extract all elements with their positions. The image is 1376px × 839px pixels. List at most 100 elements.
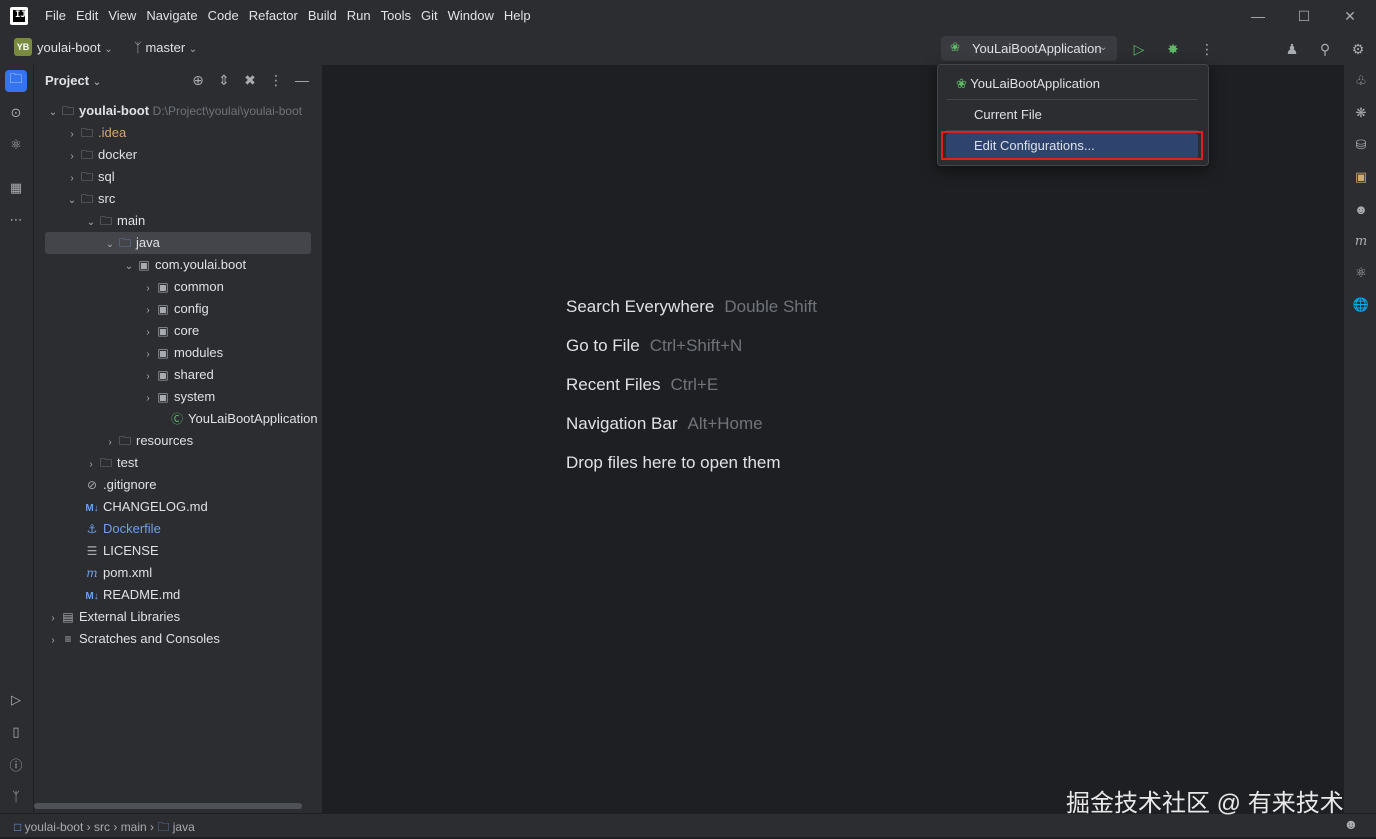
tree-item-idea[interactable]: › 🗀 .idea — [65, 122, 126, 144]
ai-assistant-icon[interactable]: ❋ — [1350, 102, 1372, 124]
locate-icon[interactable]: ⊕ — [186, 68, 210, 92]
commit-icon[interactable]: ⊙ — [5, 102, 27, 124]
tree-item-external-libraries[interactable]: › ▤ External Libraries — [46, 606, 180, 628]
tree-item-gitignore[interactable]: ⊘ .gitignore — [70, 474, 157, 496]
minimize-button[interactable]: — — [1235, 0, 1281, 32]
tree-item-scratches[interactable]: › ≡ Scratches and Consoles — [46, 628, 220, 650]
chevron-right-icon: › — [146, 283, 150, 294]
services-icon[interactable]: ⚛ — [5, 134, 27, 156]
horizontal-scrollbar[interactable] — [34, 803, 302, 809]
settings-gear-icon[interactable]: ⚙ — [1346, 37, 1370, 61]
tree-item-java[interactable]: ⌄ 🗀 java — [103, 232, 160, 254]
chevron-right-icon: › — [113, 820, 118, 834]
chevron-right-icon: › — [51, 635, 55, 646]
package-icon: ▣ — [157, 280, 169, 294]
maven-icon[interactable]: m — [1350, 230, 1372, 252]
markdown-icon: M↓ — [85, 503, 99, 514]
tree-item-docker[interactable]: › 🗀 docker — [65, 144, 137, 166]
project-selector[interactable]: youlai-boot ⌄ — [37, 40, 113, 55]
expand-all-icon[interactable]: ⇕ — [212, 68, 236, 92]
menu-refactor[interactable]: Refactor — [244, 0, 303, 32]
menu-tools[interactable]: Tools — [376, 0, 416, 32]
tree-item-dockerfile[interactable]: ⚓ Dockerfile — [70, 518, 161, 540]
left-tool-stripe: 🗀 ⊙ ⚛ ▦ ⋯ ▷ ▯ ⓘ ᛉ — [0, 65, 34, 813]
tree-item-modules[interactable]: › ▣ modules — [141, 342, 223, 364]
hide-panel-icon[interactable]: — — [290, 68, 314, 92]
run-icon[interactable]: ▷ — [1127, 37, 1151, 61]
tree-item-license[interactable]: ☰ LICENSE — [70, 540, 159, 562]
tree-item-application[interactable]: Ⓒ YouLaiBootApplication — [155, 408, 318, 430]
database-icon[interactable]: ⛁ — [1350, 134, 1372, 156]
source-folder-icon: 🗀 — [118, 236, 131, 250]
project-badge[interactable]: YB — [14, 38, 32, 56]
package-icon: ▣ — [157, 390, 169, 404]
menu-view[interactable]: View — [103, 0, 141, 32]
tree-item-pom[interactable]: m pom.xml — [70, 562, 152, 584]
notifications-icon[interactable]: ♧ — [1350, 70, 1372, 92]
chevron-down-icon: ⌄ — [105, 239, 115, 250]
chevron-right-icon: › — [146, 305, 150, 316]
docker-icon: ⚓ — [86, 522, 98, 536]
plugin-icon[interactable]: ▣ — [1350, 166, 1372, 188]
menu-code[interactable]: Code — [203, 0, 244, 32]
tree-item-src[interactable]: ⌄ 🗀 src — [65, 188, 116, 210]
tree-item-changelog[interactable]: M↓ CHANGELOG.md — [70, 496, 207, 518]
more-vertical-icon[interactable]: ⋮ — [264, 68, 288, 92]
maximize-button[interactable]: ☐ — [1281, 0, 1327, 32]
menu-edit[interactable]: Edit — [71, 0, 103, 32]
tree-item-test[interactable]: › 🗀 test — [84, 452, 138, 474]
menu-git[interactable]: Git — [416, 0, 443, 32]
module-icon: □ — [14, 820, 22, 834]
tree-item-main[interactable]: ⌄ 🗀 main — [84, 210, 145, 232]
menu-run[interactable]: Run — [342, 0, 376, 32]
problems-icon[interactable]: ⓘ — [5, 753, 27, 775]
run-panel-icon[interactable]: ▷ — [5, 689, 27, 711]
popup-item-current-file[interactable]: Current File — [946, 102, 1198, 128]
tree-item-shared[interactable]: › ▣ shared — [141, 364, 213, 386]
add-user-icon[interactable]: ♟ — [1280, 37, 1304, 61]
branch-selector[interactable]: ᛉ master ⌄ — [134, 40, 197, 55]
menu-build[interactable]: Build — [303, 0, 342, 32]
breadcrumb-java[interactable]: java — [173, 820, 195, 834]
menu-file[interactable]: File — [40, 0, 71, 32]
more-vertical-icon[interactable]: ⋮ — [1195, 37, 1219, 61]
services-icon[interactable]: ⚛ — [1350, 262, 1372, 284]
tree-item-root[interactable]: ⌄ 🗀 youlai-boot D:\Project\youlai\youlai-b… — [46, 100, 302, 122]
hint-drop-files: Drop files here to open them — [566, 453, 781, 472]
tree-item-readme[interactable]: M↓ README.md — [70, 584, 180, 606]
tree-item-core[interactable]: › ▣ core — [141, 320, 199, 342]
breadcrumb-src[interactable]: src — [94, 820, 110, 834]
structure-icon[interactable]: ▦ — [5, 177, 27, 199]
project-folder-icon[interactable]: 🗀 — [5, 70, 27, 92]
breadcrumb-main[interactable]: main — [121, 820, 147, 834]
menu-help[interactable]: Help — [499, 0, 536, 32]
menu-navigate[interactable]: Navigate — [141, 0, 202, 32]
project-name: youlai-boot — [37, 40, 101, 55]
copilot-icon[interactable]: ☻ — [1350, 198, 1372, 220]
project-panel-title[interactable]: Project ⌄ — [45, 73, 101, 88]
collapse-all-icon[interactable]: ✖ — [238, 68, 262, 92]
git-branch-icon: ᛉ — [134, 40, 142, 55]
globe-icon[interactable]: 🌐 — [1350, 294, 1372, 316]
breadcrumb-project[interactable]: youlai-boot — [25, 820, 84, 834]
chevron-down-icon: ⌄ — [188, 44, 198, 55]
tree-item-common[interactable]: › ▣ common — [141, 276, 224, 298]
tree-item-package[interactable]: ⌄ ▣ com.youlai.boot — [122, 254, 246, 276]
tree-item-sql[interactable]: › 🗀 sql — [65, 166, 114, 188]
tree-item-system[interactable]: › ▣ system — [141, 386, 215, 408]
search-icon[interactable]: ⚲ — [1313, 37, 1337, 61]
popup-item-youlaibootapplication[interactable]: ❀ YouLaiBootApplication — [946, 71, 1198, 97]
tree-item-resources[interactable]: › 🗀 resources — [103, 430, 193, 452]
debug-icon[interactable]: ✸ — [1161, 37, 1185, 61]
tree-item-config[interactable]: › ▣ config — [141, 298, 208, 320]
editor-empty-area[interactable] — [323, 65, 1342, 813]
close-button[interactable]: ✕ — [1327, 0, 1373, 32]
menu-window[interactable]: Window — [443, 0, 499, 32]
scratches-icon: ≡ — [64, 632, 72, 646]
more-horizontal-icon[interactable]: ⋯ — [5, 209, 27, 231]
terminal-icon[interactable]: ▯ — [5, 721, 27, 743]
chevron-down-icon: ⌄ — [86, 217, 96, 228]
package-icon: ▣ — [138, 258, 150, 272]
git-icon[interactable]: ᛉ — [5, 785, 27, 807]
run-config-selector[interactable]: ❀ YouLaiBootApplication ⌄ — [941, 36, 1117, 61]
